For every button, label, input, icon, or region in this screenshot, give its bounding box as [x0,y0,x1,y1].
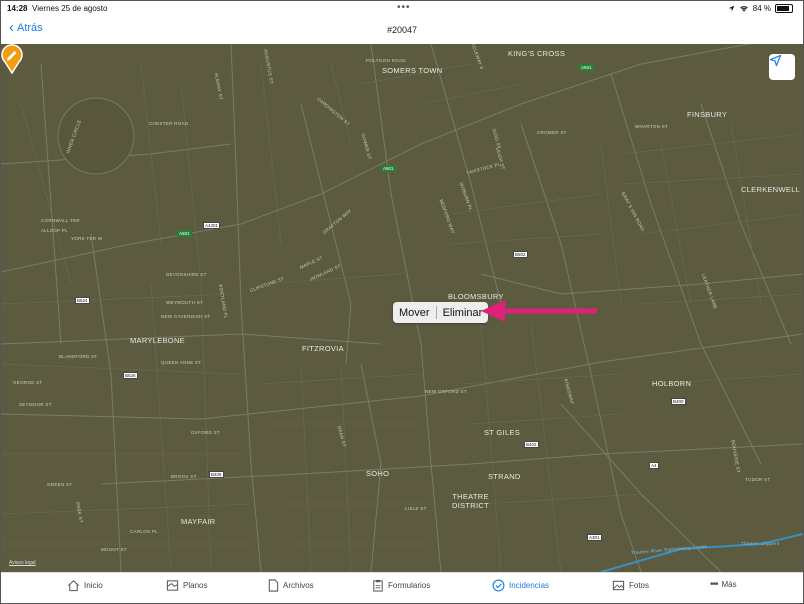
street-label: ALLSOP PL [41,228,68,233]
wifi-icon [739,6,748,12]
area-label: FITZROVIA [302,344,344,353]
incident-pin-icon[interactable] [1,44,23,74]
street-label: CROMER ST [537,130,567,135]
location-arrow-icon [728,5,735,12]
status-date: Viernes 25 de agosto [32,4,108,13]
status-right: 84 % [728,4,793,13]
map-view[interactable]: KING'S CROSS SOMERS TOWN FINSBURY CLERKE… [1,44,803,572]
move-button[interactable]: Mover [393,307,436,319]
incidents-icon [492,579,505,592]
area-label: FINSBURY [687,110,728,119]
battery-percent: 84 % [752,4,771,13]
road-shield: A501 [177,230,192,237]
road-shield: B524 [75,297,90,304]
street-label: LISLE ST [405,506,427,511]
road-shield: B406 [209,471,224,478]
status-bar: 14:28 Viernes 25 de agosto ••• 84 % [1,1,803,17]
app-window: 14:28 Viernes 25 de agosto ••• 84 % ‹ At… [0,0,804,604]
battery-icon [775,4,793,13]
road-shield: A4 [649,462,659,469]
street-label: NEW CAVENDISH ST [161,314,211,319]
area-label: THEATRE DISTRICT [452,492,489,510]
street-label: POLYGON ROAD [366,58,406,63]
page-title: #20047 [386,25,418,35]
area-label: SOHO [366,469,390,478]
annotation-arrow-icon [481,300,597,322]
area-label: STRAND [488,472,521,481]
street-label: TUDOR ST [745,477,771,482]
street-label: SEYMOUR ST [19,402,52,407]
road-shield: A501 [579,64,594,71]
street-label: YORK TER W [71,236,103,241]
area-label: HOLBORN [652,379,692,388]
street-label: DEVONSHIRE ST [166,272,207,277]
area-label: KING'S CROSS [508,49,566,58]
road-shield: B526 [123,372,138,379]
tab-label: Fotos [629,581,650,590]
road-shield: B502 [513,251,528,258]
street-label: OXFORD ST [191,430,220,435]
tab-archivos[interactable]: Archivos [267,579,314,592]
road-shield: B402 [524,441,539,448]
street-label: WEYMOUTH ST [166,300,204,305]
multitasking-dots[interactable]: ••• [397,2,411,13]
tab-inicio[interactable]: Inicio [67,579,103,592]
pin-context-menu: Mover Eliminar [393,302,489,323]
street-label: CORNWALL TER [41,218,80,223]
legal-link[interactable]: Avisos legal [9,560,36,566]
street-label: NEW OXFORD ST [425,389,467,394]
street-label: MOUNT ST [101,547,127,552]
tab-mas[interactable]: ••• Más [710,579,737,590]
area-label: ST GILES [484,428,521,437]
navigation-bar: ‹ Atrás #20047 [1,17,803,44]
navigation-arrow-icon [769,54,782,67]
area-label: SOMERS TOWN [382,66,443,75]
street-label: WHARTON ST [635,124,669,129]
area-label: MARYLEBONE [130,336,185,345]
street-label: BROOK ST [171,474,197,479]
photos-icon [612,580,625,591]
tab-label: Archivos [283,581,314,590]
tab-label: Planos [183,581,208,590]
files-icon [268,579,279,592]
area-label: CLERKENWELL [741,185,801,194]
tab-label: Inicio [84,581,103,590]
tab-label: Más [721,580,737,589]
tab-incidencias[interactable]: Incidencias [492,579,549,592]
plans-icon [166,580,179,591]
home-icon [68,580,79,592]
more-icon: ••• [710,579,718,590]
road-shield: A4201 [203,222,221,229]
current-location-button[interactable] [769,54,795,80]
road-shield: A301 [587,534,602,541]
street-label: QUEEN ANNE ST [161,360,202,365]
street-label: Thames Clippers [741,541,780,546]
tab-planos[interactable]: Planos [166,579,207,592]
street-label: CHESTER ROAD [149,121,189,126]
tab-fotos[interactable]: Fotos [612,579,649,592]
tab-label: Incidencias [509,581,550,590]
forms-icon [373,579,383,592]
street-label: BLANDFORD ST [59,354,98,359]
tab-label: Formularios [388,581,431,590]
road-shield: A501 [381,165,396,172]
tab-formularios[interactable]: Formularios [372,579,430,592]
road-shield: B400 [671,398,686,405]
street-label: GEORGE ST [13,380,43,385]
status-time: 14:28 [7,4,28,13]
street-label: GREEN ST [47,482,73,487]
street-label: CARLOS PL [130,529,158,534]
area-label: MAYFAIR [181,517,216,526]
tab-bar: Inicio Planos Archivos Formularios Incid… [1,572,803,603]
